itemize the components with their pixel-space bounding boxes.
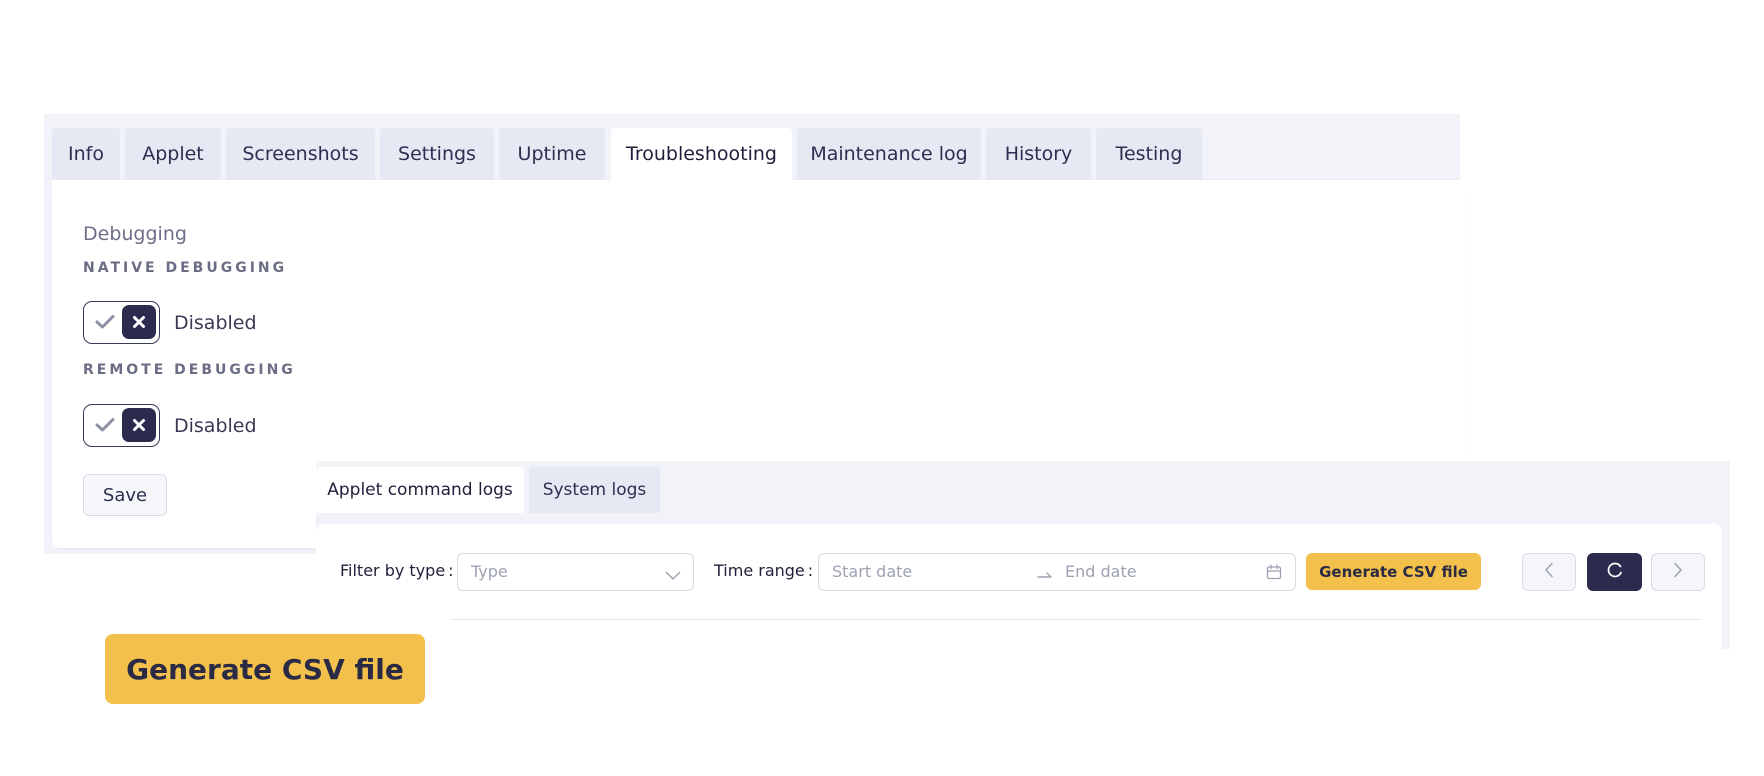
tab-info[interactable]: Info bbox=[52, 128, 120, 179]
tab-label: Troubleshooting bbox=[626, 143, 777, 165]
tab-label: Maintenance log bbox=[810, 142, 968, 165]
time-range-label: Time range: bbox=[714, 561, 813, 580]
refresh-icon bbox=[1606, 561, 1624, 583]
tab-testing[interactable]: Testing bbox=[1096, 128, 1202, 179]
chevron-right-icon bbox=[1673, 562, 1683, 582]
tab-label: Testing bbox=[1115, 142, 1183, 165]
start-date-placeholder: Start date bbox=[832, 562, 913, 581]
tab-maintenance-log[interactable]: Maintenance log bbox=[797, 128, 981, 179]
logs-divider bbox=[452, 619, 1700, 620]
tab-label: Applet command logs bbox=[327, 480, 513, 500]
native-debugging-status: Disabled bbox=[174, 312, 257, 334]
date-range-picker[interactable]: Start date End date bbox=[818, 553, 1296, 591]
filter-label-text: Filter by type bbox=[340, 561, 446, 580]
tab-troubleshooting[interactable]: Troubleshooting bbox=[611, 128, 792, 180]
section-title: Debugging bbox=[83, 223, 187, 245]
generate-csv-button-large[interactable]: Generate CSV file bbox=[105, 634, 425, 704]
label-colon: : bbox=[448, 561, 454, 580]
tab-system-logs[interactable]: System logs bbox=[529, 467, 660, 513]
close-icon bbox=[122, 305, 156, 339]
tab-applet[interactable]: Applet bbox=[125, 128, 221, 179]
time-range-label-text: Time range bbox=[714, 561, 805, 580]
label-colon: : bbox=[807, 561, 814, 580]
tab-applet-command-logs[interactable]: Applet command logs bbox=[316, 467, 524, 513]
tab-label: Info bbox=[68, 142, 104, 165]
end-date-placeholder: End date bbox=[1065, 562, 1137, 581]
panel-shade bbox=[44, 180, 52, 554]
close-icon bbox=[122, 408, 156, 442]
filter-by-type-label: Filter by type: bbox=[340, 561, 454, 580]
save-button[interactable]: Save bbox=[83, 474, 167, 516]
remote-debugging-toggle[interactable] bbox=[83, 404, 160, 447]
chevron-left-icon bbox=[1544, 562, 1554, 582]
tab-screenshots[interactable]: Screenshots bbox=[226, 128, 375, 179]
type-placeholder: Type bbox=[471, 562, 508, 581]
next-page-button[interactable] bbox=[1651, 553, 1705, 591]
remote-debugging-heading: REMOTE DEBUGGING bbox=[83, 362, 296, 378]
refresh-button[interactable] bbox=[1587, 553, 1642, 591]
tab-label: Applet bbox=[142, 142, 204, 165]
tab-label: Settings bbox=[398, 142, 476, 165]
tab-label: Screenshots bbox=[242, 142, 359, 165]
panel-shade bbox=[44, 548, 316, 554]
type-select[interactable]: Type bbox=[457, 553, 694, 591]
native-debugging-heading: NATIVE DEBUGGING bbox=[83, 260, 288, 276]
check-icon bbox=[94, 414, 116, 436]
generate-csv-button[interactable]: Generate CSV file bbox=[1306, 553, 1481, 590]
check-icon bbox=[94, 311, 116, 333]
tab-uptime[interactable]: Uptime bbox=[499, 128, 605, 179]
calendar-icon bbox=[1266, 564, 1282, 580]
chevron-down-icon bbox=[665, 566, 681, 580]
remote-debugging-status: Disabled bbox=[174, 415, 257, 437]
previous-page-button[interactable] bbox=[1522, 553, 1576, 591]
tab-label: Uptime bbox=[517, 142, 587, 165]
arrow-right-icon bbox=[1037, 566, 1053, 578]
tab-settings[interactable]: Settings bbox=[380, 128, 494, 179]
native-debugging-toggle[interactable] bbox=[83, 301, 160, 344]
tab-label: History bbox=[1004, 142, 1073, 165]
tab-label: System logs bbox=[542, 480, 647, 500]
tab-history[interactable]: History bbox=[986, 128, 1091, 179]
